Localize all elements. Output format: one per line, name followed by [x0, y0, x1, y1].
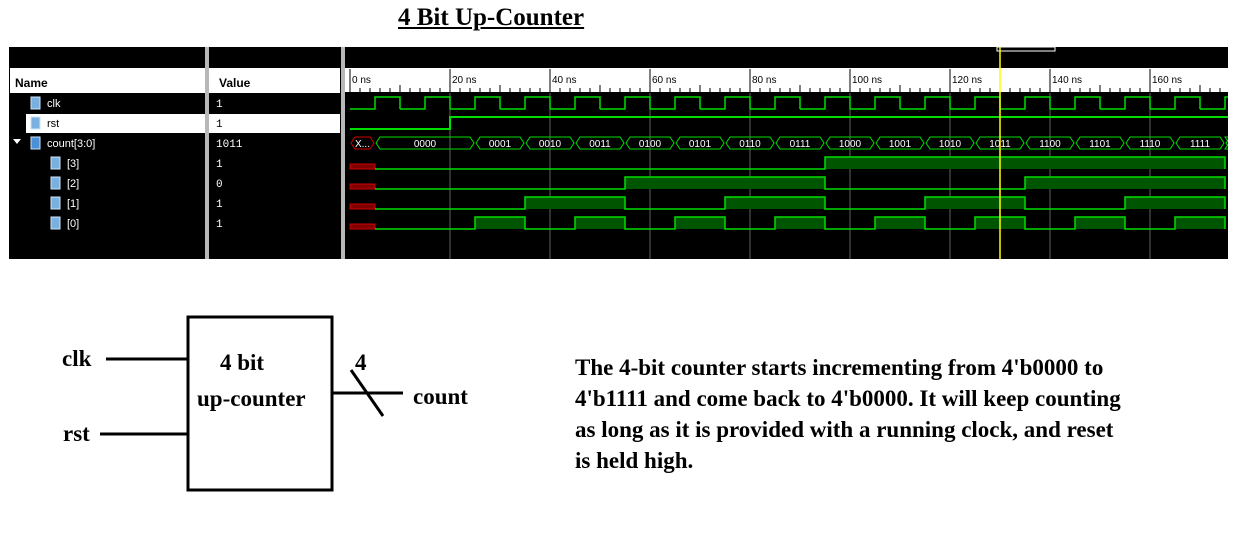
bit-high-fill [575, 217, 625, 229]
bit-high-fill [725, 197, 825, 209]
signal-icon [50, 176, 61, 190]
bus-segment [1224, 136, 1228, 150]
signal-icon [30, 116, 41, 130]
description-line: The 4-bit counter starts incrementing fr… [575, 355, 1104, 380]
signal-icon [50, 196, 61, 210]
signal-name: [1] [67, 198, 79, 210]
bus-value-label: 1000 [839, 139, 862, 150]
signal-name: clk [47, 98, 61, 110]
waveform-canvas: Name Value 0 ns 20 ns 40 ns 60 ns 80 ns 100 ns 1… [10, 47, 1228, 259]
description-line: is held high. [575, 448, 694, 473]
pane-splitter [341, 47, 345, 259]
count-label: count [413, 384, 468, 409]
value-header-label: Value [219, 76, 251, 90]
signal-name: [0] [67, 218, 79, 230]
bus-value-label: 0110 [739, 139, 761, 150]
cursor-time-box [996, 47, 1056, 52]
bit-high-fill [1125, 197, 1225, 209]
description-line: as long as it is provided with a running… [575, 417, 1114, 442]
unknown-region [349, 203, 376, 210]
time-ruler [345, 68, 1228, 92]
time-label: 80 ns [752, 75, 776, 86]
time-label: 140 ns [1052, 75, 1082, 86]
signal-name: [2] [67, 178, 79, 190]
bit-high-fill [1075, 217, 1125, 229]
description: The 4-bit counter starts incrementing fr… [575, 352, 1240, 476]
time-label: 0 ns [352, 75, 371, 86]
signal-value: 1 [216, 119, 223, 131]
signal-value: 1 [216, 99, 223, 111]
selected-row-value [209, 114, 340, 133]
bus-value-label: 1110 [1140, 139, 1161, 150]
unknown-region [349, 223, 376, 230]
block-label-line1: 4 bit [220, 350, 264, 375]
bit-high-fill [1025, 177, 1225, 189]
block-label-line2: up-counter [197, 386, 306, 411]
bus-value-label: 1101 [1089, 139, 1111, 150]
pane-splitter [205, 47, 209, 259]
clk-label: clk [62, 346, 92, 371]
bit-high-fill [825, 157, 1225, 169]
signal-value: 1011 [216, 139, 243, 151]
signal-value: 0 [216, 179, 223, 191]
bit-high-fill [525, 197, 625, 209]
bus-width-label: 4 [355, 350, 367, 375]
time-label: 40 ns [552, 75, 576, 86]
time-label: 20 ns [452, 75, 476, 86]
description-line: 4'b1111 and come back to 4'b0000. It wil… [575, 386, 1121, 411]
bus-value-label: 1111 [1190, 139, 1210, 150]
signal-name: [3] [67, 158, 79, 170]
time-label: 100 ns [852, 75, 882, 86]
bus-value-label: 0111 [790, 139, 811, 150]
bus-value-label: 1010 [939, 139, 962, 150]
signal-icon [30, 96, 41, 110]
signal-value: 1 [216, 159, 223, 171]
page-title: 4 Bit Up-Counter [398, 4, 585, 31]
rst-label: rst [63, 421, 90, 446]
rst-waveform [350, 116, 1228, 130]
bus-value-label: 1100 [1039, 139, 1061, 150]
bus-value-label: 1001 [889, 139, 912, 150]
bit-high-fill [925, 197, 1025, 209]
bit-high-fill [875, 217, 925, 229]
bus-value-label: 0011 [589, 139, 611, 150]
waveform-viewer[interactable]: Name Value 0 ns 20 ns 40 ns 60 ns 80 ns 100 ns 1… [9, 47, 1228, 259]
time-label: 60 ns [652, 75, 676, 86]
signal-value: 1 [216, 199, 223, 211]
bus-value-label: X... [355, 139, 370, 150]
time-label: 120 ns [952, 75, 982, 86]
bus-value-label: 0000 [414, 139, 437, 150]
bit-high-fill [625, 177, 825, 189]
bus-value-label: 0001 [489, 139, 512, 150]
signal-icon [50, 216, 61, 230]
bus-value-label: 0100 [639, 139, 662, 150]
time-label: 160 ns [1152, 75, 1182, 86]
bit-high-fill [475, 217, 525, 229]
clk-waveform [350, 96, 1228, 110]
signal-name: rst [47, 118, 59, 130]
unknown-region [349, 183, 376, 190]
signal-icon [50, 156, 61, 170]
bus-icon [30, 136, 41, 150]
unknown-region [349, 163, 376, 170]
bus-value-label: 0010 [539, 139, 562, 150]
signal-value: 1 [216, 219, 223, 231]
bit-high-fill [675, 217, 725, 229]
name-header-label: Name [15, 76, 48, 90]
expand-arrow-icon [13, 139, 21, 144]
bus-value-label: 0101 [689, 139, 712, 150]
bit-high-fill [1175, 217, 1225, 229]
bit-high-fill [775, 217, 825, 229]
signal-name: count[3:0] [47, 138, 95, 150]
